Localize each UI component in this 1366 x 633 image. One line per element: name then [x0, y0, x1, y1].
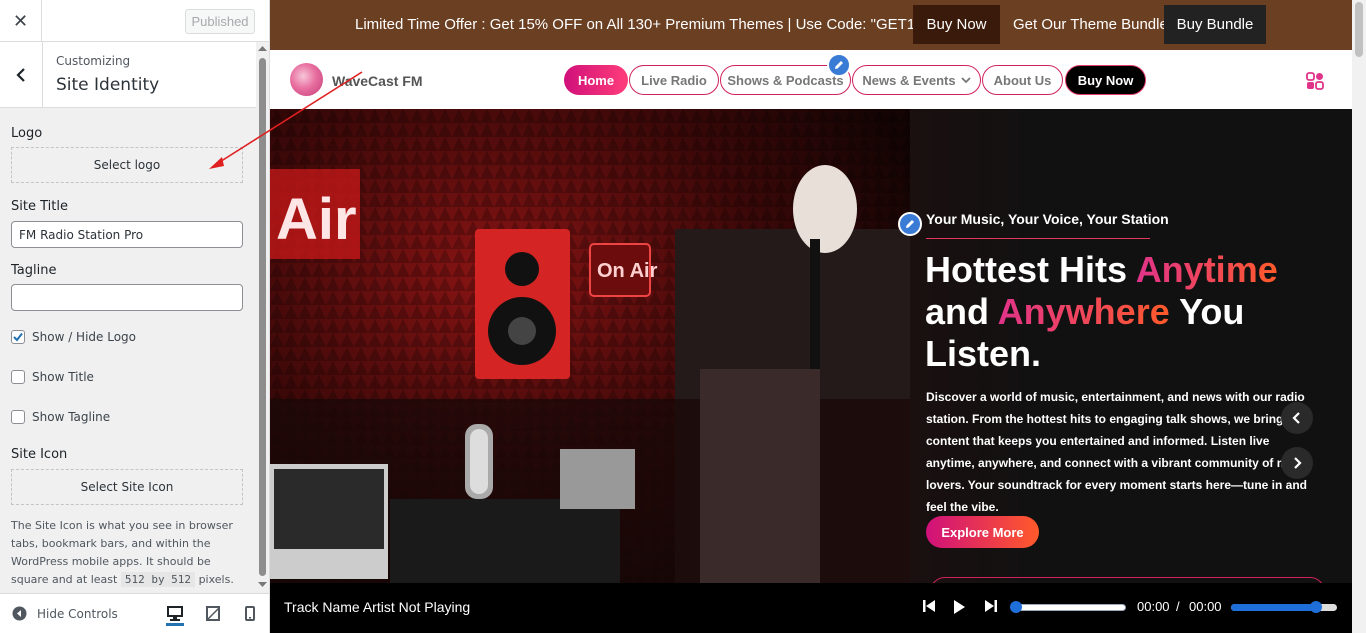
volume-fill	[1231, 604, 1316, 611]
scroll-up-icon[interactable]	[258, 45, 267, 52]
tablet-icon	[206, 605, 220, 621]
customizer-topbar: ✕ Published	[0, 0, 269, 42]
pencil-icon	[906, 220, 914, 228]
checkbox-unchecked[interactable]	[11, 370, 25, 384]
site-logo[interactable]	[290, 63, 323, 96]
menu-grid-icon[interactable]	[1306, 72, 1324, 90]
customizer-footer: Hide Controls	[0, 593, 269, 633]
tagline-label: Tagline	[11, 263, 57, 278]
volume-slider-handle[interactable]	[1309, 601, 1322, 613]
show-hide-logo-checkbox[interactable]: Show / Hide Logo	[11, 330, 136, 344]
kicker-underline	[926, 238, 1150, 239]
nav-news-events[interactable]: News & Events	[852, 65, 981, 95]
audio-player: Track Name Artist Not Playing 00:00 / 00…	[270, 583, 1352, 633]
checkbox-label: Show Tagline	[32, 410, 111, 424]
desktop-preview-button[interactable]	[166, 604, 184, 626]
edit-shortcut-button[interactable]	[898, 212, 922, 236]
checkbox-unchecked[interactable]	[11, 410, 25, 424]
theme-bundle-text: Get Our Theme Bundle	[1013, 16, 1168, 33]
svg-text:Air: Air	[276, 187, 357, 252]
checkbox-label: Show Title	[32, 370, 94, 384]
close-customizer-button[interactable]: ✕	[0, 0, 42, 42]
site-icon-label: Site Icon	[11, 447, 68, 462]
svg-text:On Air: On Air	[597, 260, 658, 282]
site-brand[interactable]: WaveCast FM	[332, 73, 423, 89]
hero-title: Hottest Hits Anytime and Anywhere You Li…	[925, 249, 1278, 374]
buy-bundle-button[interactable]: Buy Bundle	[1164, 5, 1266, 44]
play-icon[interactable]	[953, 599, 966, 615]
window-scrollbar[interactable]	[1352, 0, 1366, 633]
hero-section: Air On Air Your Music, Your Voice, Your …	[270, 109, 1352, 583]
studio-photo: Air On Air	[270, 109, 910, 583]
chevron-right-icon	[1294, 457, 1302, 469]
chevron-down-icon	[960, 76, 971, 83]
promo-bar: Limited Time Offer : Get 15% OFF on All …	[270, 0, 1352, 50]
select-logo-button[interactable]: Select logo	[11, 147, 243, 183]
hide-controls-button[interactable]: Hide Controls	[12, 606, 118, 621]
next-track-icon[interactable]	[984, 599, 997, 613]
back-button[interactable]	[0, 42, 43, 107]
explore-more-button[interactable]: Explore More	[926, 516, 1039, 548]
published-button[interactable]: Published	[185, 9, 255, 34]
mobile-preview-button[interactable]	[241, 604, 259, 622]
nav-buy-now[interactable]: Buy Now	[1065, 65, 1146, 95]
tagline-input[interactable]	[11, 284, 243, 311]
customizing-label: Customizing	[56, 54, 131, 68]
size-code: 512 by 512	[120, 572, 196, 587]
slider-prev-button[interactable]	[1281, 402, 1313, 434]
close-icon: ✕	[12, 10, 29, 32]
site-title-input[interactable]	[11, 221, 243, 248]
track-name: Track Name Artist Not Playing	[284, 599, 471, 615]
time-separator: /	[1176, 599, 1180, 614]
previous-track-icon[interactable]	[923, 599, 936, 613]
progress-slider-handle[interactable]	[1010, 601, 1022, 613]
collapse-icon	[12, 606, 27, 621]
site-title-label: Site Title	[11, 199, 68, 214]
hero-kicker: Your Music, Your Voice, Your Station	[926, 211, 1169, 227]
site-header: WaveCast FM Home Live Radio Shows & Podc…	[270, 50, 1352, 109]
hide-controls-label: Hide Controls	[37, 606, 118, 621]
select-site-icon-button[interactable]: Select Site Icon	[11, 469, 243, 505]
mobile-icon	[245, 605, 255, 621]
nav-home[interactable]: Home	[564, 65, 628, 95]
tablet-preview-button[interactable]	[204, 604, 222, 622]
scrollbar-thumb[interactable]	[259, 58, 266, 576]
chevron-left-icon	[16, 67, 25, 82]
site-icon-description: The Site Icon is what you see in browser…	[11, 519, 234, 587]
time-total: 00:00	[1189, 599, 1222, 614]
show-title-checkbox[interactable]: Show Title	[11, 370, 94, 384]
desktop-icon	[167, 606, 183, 621]
checkbox-checked[interactable]	[11, 330, 25, 344]
checkmark-icon	[13, 332, 23, 342]
nav-news-events-label: News & Events	[862, 72, 956, 88]
sidebar-scrollbar[interactable]	[256, 42, 269, 592]
slider-next-button[interactable]	[1281, 447, 1313, 479]
logo-label: Logo	[11, 126, 43, 141]
site-preview: Limited Time Offer : Get 15% OFF on All …	[270, 0, 1352, 633]
promo-text: Limited Time Offer : Get 15% OFF on All …	[355, 16, 962, 33]
section-header: Customizing Site Identity	[0, 42, 256, 108]
hero-description: Discover a world of music, entertainment…	[926, 390, 1312, 514]
section-title: Site Identity	[56, 75, 160, 95]
scroll-down-icon[interactable]	[258, 581, 267, 588]
promo-buy-now-button[interactable]: Buy Now	[913, 5, 1000, 44]
progress-slider[interactable]	[1016, 604, 1126, 611]
time-current: 00:00	[1137, 599, 1170, 614]
edit-shortcut-button[interactable]	[827, 53, 851, 77]
chevron-left-icon	[1292, 412, 1300, 424]
nav-live-radio[interactable]: Live Radio	[629, 65, 719, 95]
show-tagline-checkbox[interactable]: Show Tagline	[11, 410, 110, 424]
nav-about-us[interactable]: About Us	[982, 65, 1063, 95]
volume-slider[interactable]	[1231, 601, 1337, 613]
pencil-icon	[835, 61, 843, 69]
checkbox-label: Show / Hide Logo	[32, 330, 136, 344]
customizer-sidebar: ✕ Published Customizing Site Identity Lo…	[0, 0, 270, 633]
window-scrollbar-thumb[interactable]	[1355, 2, 1363, 57]
